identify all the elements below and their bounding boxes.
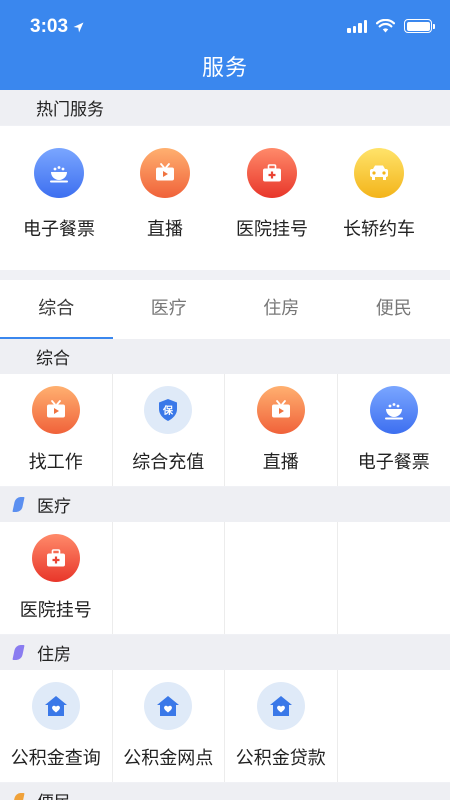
car-icon <box>354 148 404 198</box>
service-label: 医院挂号 <box>19 600 92 621</box>
wifi-icon <box>376 19 395 33</box>
hot-item-label: 电子餐票 <box>23 219 95 240</box>
tv-play-icon <box>31 386 80 434</box>
header: 3:03 服务 <box>0 0 450 90</box>
hot-services-header: 热门服务 <box>0 90 450 125</box>
meal-ticket-icon <box>34 148 84 198</box>
service-fund-query[interactable]: 公积金查询 <box>0 670 113 782</box>
section-header-housing: 住房 <box>0 635 450 670</box>
medical-kit-icon <box>31 534 80 582</box>
page-title: 服务 <box>201 56 248 81</box>
shield-bao-icon: 保 <box>144 386 193 434</box>
shield-glyph: 保 <box>162 404 174 417</box>
medical-kit-icon <box>247 148 297 198</box>
section-header-comprehensive: 综合 <box>0 339 450 374</box>
hot-item-live[interactable]: 直播 <box>110 148 220 241</box>
empty-cell <box>338 670 450 782</box>
section-title: 住房 <box>37 645 71 665</box>
location-arrow-icon <box>73 22 84 32</box>
section-grid-housing: 公积金查询 公积金网点 公积金贷款 <box>0 670 450 782</box>
status-time: 3:03 <box>30 16 84 38</box>
section-title: 便民 <box>37 788 71 800</box>
service-label: 公积金查询 <box>10 748 101 769</box>
tab-medical[interactable]: 医疗 <box>113 280 226 339</box>
service-fund-outlets[interactable]: 公积金网点 <box>113 670 225 782</box>
hot-item-label: 医院挂号 <box>236 219 308 240</box>
service-label: 综合充值 <box>132 452 205 473</box>
tv-play-icon <box>140 148 190 198</box>
house-heart-icon <box>256 682 305 730</box>
cellular-signal-icon <box>347 19 367 33</box>
hot-item-hospital[interactable]: 医院挂号 <box>217 148 327 241</box>
section-grid-medical: 医院挂号 <box>0 522 450 634</box>
time-text: 3:03 <box>30 16 69 37</box>
status-bar: 3:03 <box>0 0 450 54</box>
house-heart-icon <box>144 682 193 730</box>
section-marker <box>12 645 25 660</box>
empty-cell <box>338 522 450 634</box>
section-header-convenience: 便民 <box>0 783 450 800</box>
meal-ticket-icon <box>369 386 418 434</box>
tab-convenience[interactable]: 便民 <box>338 280 450 339</box>
section-marker <box>12 497 25 512</box>
hot-item-label: 长轿约车 <box>343 219 415 240</box>
section-title: 医疗 <box>37 497 71 517</box>
hot-services-panel: 电子餐票 直播 医院挂号 长轿约车 <box>0 126 450 270</box>
service-label: 电子餐票 <box>357 452 430 473</box>
service-meal-ticket[interactable]: 电子餐票 <box>338 374 450 486</box>
service-find-job[interactable]: 找工作 <box>0 374 113 486</box>
service-live[interactable]: 直播 <box>225 374 338 486</box>
hot-item-meal-ticket[interactable]: 电子餐票 <box>4 148 114 241</box>
tab-housing[interactable]: 住房 <box>225 280 338 339</box>
section-title: 综合 <box>36 349 70 369</box>
service-label: 公积金贷款 <box>235 748 326 769</box>
section-header-medical: 医疗 <box>0 487 450 522</box>
service-hospital-registration[interactable]: 医院挂号 <box>0 522 113 634</box>
status-icons <box>347 19 435 33</box>
service-label: 找工作 <box>28 452 83 473</box>
service-label: 公积金网点 <box>123 748 214 769</box>
service-fund-loan[interactable]: 公积金贷款 <box>225 670 338 782</box>
battery-icon <box>404 19 435 33</box>
category-tabs: 综合 医疗 住房 便民 <box>0 280 450 339</box>
service-label: 直播 <box>262 452 299 473</box>
house-heart-icon <box>31 682 80 730</box>
section-grid-comprehensive: 找工作 保 综合充值 直播 电子餐票 <box>0 374 450 486</box>
service-recharge[interactable]: 保 综合充值 <box>113 374 225 486</box>
hot-item-car[interactable]: 长轿约车 <box>324 148 434 241</box>
tv-play-icon <box>256 386 305 434</box>
section-marker <box>12 793 25 800</box>
hot-item-label: 直播 <box>147 219 183 240</box>
tab-comprehensive[interactable]: 综合 <box>0 280 113 339</box>
empty-cell <box>225 522 338 634</box>
empty-cell <box>113 522 225 634</box>
